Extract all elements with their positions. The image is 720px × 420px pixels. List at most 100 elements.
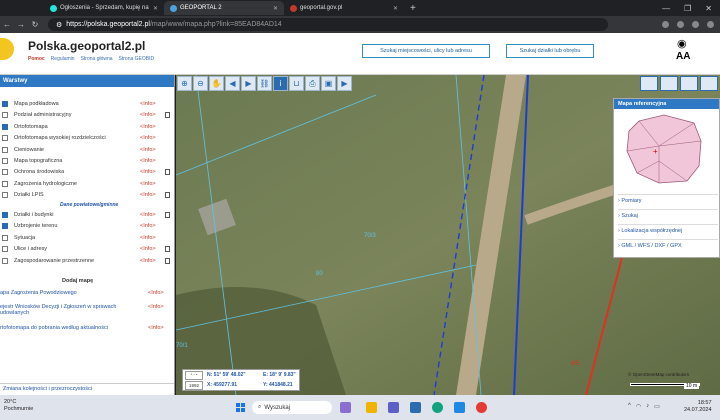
close-window-icon[interactable]: ✕ — [705, 4, 712, 13]
coord-system-toggle[interactable]: 1992 — [185, 381, 203, 390]
info-link[interactable]: <Info> — [148, 304, 164, 310]
profile-icon[interactable] — [692, 21, 699, 28]
close-tab-icon[interactable]: ✕ — [393, 5, 398, 12]
next-view-icon[interactable]: ▶ — [241, 76, 256, 91]
info-link[interactable]: <Info> — [140, 258, 156, 264]
volume-icon[interactable]: ♪ — [646, 403, 649, 410]
info-link[interactable]: <Info> — [140, 135, 156, 141]
link-geobid[interactable]: Strona GEOBID — [119, 56, 155, 62]
layer-row[interactable]: Zagospodarowanie przestrzenne <Info> — [2, 256, 172, 266]
layer-row[interactable]: Działki i budynki <Info> — [2, 210, 172, 220]
url-field[interactable]: ⚙ https://polska.geoportal2.pl/map/www/m… — [48, 18, 608, 31]
layer-row[interactable]: Cieniowanie <Info> — [2, 145, 172, 155]
layer-row[interactable]: Ulice i adresy <Info> — [2, 244, 172, 254]
layer-checkbox[interactable] — [2, 223, 8, 230]
site-title[interactable]: Polska.geoportal2.pl — [28, 39, 145, 53]
info-link[interactable]: <Info> — [140, 192, 156, 198]
info-link[interactable]: <Info> — [140, 169, 156, 175]
add-map-item[interactable]: rtofotomapa do pobrania według aktualnoś… — [0, 325, 172, 331]
layer-checkbox[interactable] — [2, 212, 8, 218]
document-icon[interactable] — [165, 246, 170, 253]
zoom-in-icon[interactable]: ⊕ — [177, 76, 192, 91]
link-terms[interactable]: Regulamin — [51, 56, 75, 62]
layer-row[interactable]: Mapa topograficzna <Info> — [2, 156, 172, 166]
info-link[interactable]: <Info> — [140, 112, 156, 118]
layer-row[interactable]: Mapa podkładowa <Info> — [2, 99, 172, 109]
measure-icon[interactable]: ⊔ — [289, 76, 304, 91]
layer-row[interactable]: Ortofotomapa <Info> — [2, 122, 172, 132]
wifi-icon[interactable]: ◠ — [636, 403, 641, 410]
taskbar-search[interactable]: ⌕ Wyszukaj — [252, 401, 332, 414]
info-link[interactable]: <Info> — [140, 158, 156, 164]
add-map-label[interactable]: rtofotomapa do pobrania według aktualnoś… — [0, 325, 108, 331]
windows-start-icon[interactable] — [236, 403, 246, 413]
dms-format-toggle[interactable]: ° ' " — [185, 371, 203, 380]
layer-checkbox[interactable] — [2, 234, 8, 241]
close-tab-icon[interactable]: ✕ — [153, 5, 158, 12]
info-link[interactable]: <Info> — [140, 212, 156, 218]
mail-icon[interactable] — [454, 402, 465, 413]
file-explorer-icon[interactable] — [366, 402, 377, 413]
add-map-label-cont[interactable]: udowlanych — [0, 310, 29, 316]
info-link[interactable]: <Info> — [148, 325, 164, 331]
layer-row[interactable]: Działki LPIS <Info> — [2, 190, 172, 200]
layer-row[interactable]: Sytuacja <Info> — [2, 233, 172, 243]
ref-item-coordinate[interactable]: › Lokalizacja współrzędnej — [618, 224, 718, 234]
document-icon[interactable] — [165, 192, 170, 199]
layer-checkbox[interactable] — [2, 192, 8, 199]
battery-icon[interactable]: ▭ — [654, 403, 660, 410]
layer-row[interactable]: Ochrona środowiska <Info> — [2, 167, 172, 177]
add-map-item[interactable]: ejestr Wniosków Decyzji i Zgłoszeń w spr… — [0, 304, 172, 316]
link-help[interactable]: Pomoc — [28, 56, 45, 62]
bookmark-icon[interactable] — [662, 21, 669, 28]
layer-checkbox[interactable] — [2, 158, 8, 164]
document-icon[interactable] — [165, 257, 170, 264]
extensions-icon[interactable] — [677, 21, 684, 28]
eye-icon[interactable]: ◉ — [677, 37, 687, 50]
layer-checkbox[interactable] — [2, 146, 8, 153]
reload-icon[interactable]: ↻ — [28, 20, 42, 29]
info-link[interactable]: <Info> — [140, 235, 156, 241]
info-link[interactable]: <Info> — [140, 181, 156, 187]
layout-none-icon[interactable] — [700, 76, 718, 91]
menu-icon[interactable] — [707, 21, 714, 28]
teams-icon[interactable] — [388, 402, 399, 413]
layer-checkbox[interactable] — [2, 180, 8, 187]
tab-geoportal-gov[interactable]: geoportal.gov.pl ✕ — [284, 1, 404, 15]
maximize-icon[interactable]: ❐ — [684, 4, 691, 13]
site-info-icon[interactable]: ⚙ — [56, 21, 62, 29]
back-icon[interactable]: ← — [0, 20, 14, 29]
link-home[interactable]: Strona główna — [81, 56, 113, 62]
clock[interactable]: 18:57 24.07.2024 — [684, 400, 712, 414]
search-parcel-button[interactable]: Szukaj działki lub obrębu — [506, 44, 594, 58]
document-icon[interactable] — [165, 169, 170, 176]
add-map-item[interactable]: apa Zagrożenia Powodziowego <Info> — [0, 290, 172, 296]
layer-checkbox[interactable] — [2, 112, 8, 119]
weather-widget[interactable]: 20°C Pochmurnie — [4, 399, 33, 413]
info-link[interactable]: <Info> — [140, 124, 156, 130]
export-icon[interactable]: ▣ — [321, 76, 336, 91]
poland-map[interactable]: + — [619, 111, 709, 186]
layout-right-icon[interactable] — [680, 76, 698, 91]
widgets-icon[interactable] — [340, 402, 351, 413]
link-icon[interactable]: ⛓ — [257, 76, 272, 91]
ref-item-measure[interactable]: › Pomiary — [618, 194, 718, 204]
info-link[interactable]: <Info> — [140, 246, 156, 252]
reference-map-title[interactable]: Mapa referencyjna — [614, 99, 719, 109]
info-link[interactable]: <Info> — [140, 223, 156, 229]
document-icon[interactable] — [165, 112, 170, 119]
font-size-button[interactable]: AA — [676, 51, 690, 62]
document-icon[interactable] — [165, 212, 170, 218]
ref-item-export[interactable]: › GML / WFS / DXF / GPX — [618, 239, 718, 249]
layer-order-link[interactable]: Zmiana kolejności i przezroczystości — [0, 383, 174, 395]
layer-row[interactable]: Ortofotomapa wysokiej rozdzielczości <Inf… — [2, 133, 172, 143]
ref-item-search[interactable]: › Szukaj — [618, 209, 718, 219]
tab-geoportal2[interactable]: GEOPORTAL 2 ✕ — [164, 1, 284, 15]
layer-checkbox[interactable] — [2, 135, 8, 142]
pan-hand-icon[interactable]: ✋ — [209, 76, 224, 91]
new-tab-button[interactable]: + — [404, 3, 422, 14]
previous-view-icon[interactable]: ◀ — [225, 76, 240, 91]
info-tool-icon[interactable]: i — [273, 76, 288, 91]
layer-checkbox[interactable] — [2, 101, 8, 107]
layer-row[interactable]: Podział administracyjny <Info> — [2, 110, 172, 120]
